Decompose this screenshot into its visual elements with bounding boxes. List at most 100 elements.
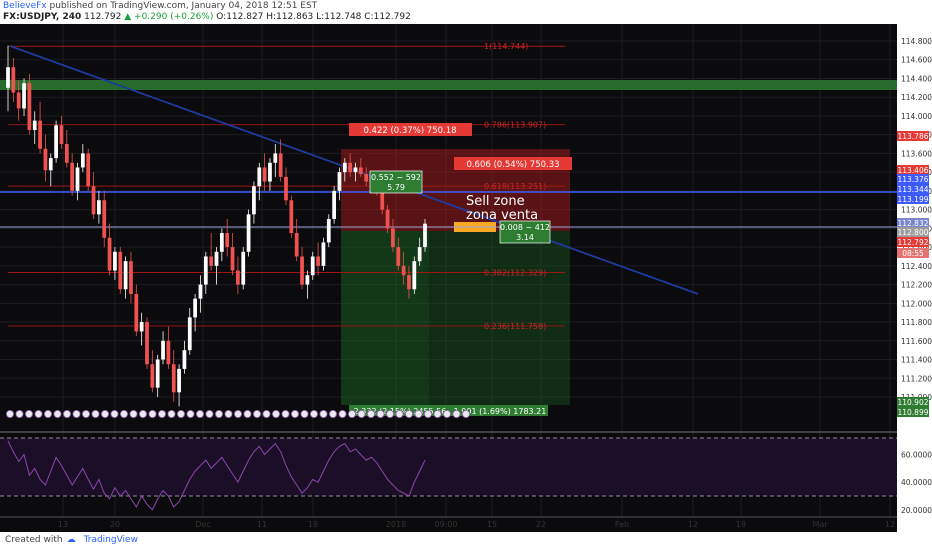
event-marker[interactable]	[53, 409, 62, 418]
price-label-text: 112.792	[897, 238, 928, 247]
time-tick-label: 11	[257, 520, 267, 529]
event-marker[interactable]	[328, 409, 337, 418]
event-marker[interactable]	[44, 409, 53, 418]
event-marker[interactable]	[243, 409, 252, 418]
candle-body	[102, 200, 107, 238]
rsi-tick-label: 60.0000	[901, 451, 932, 460]
event-marker[interactable]	[101, 409, 110, 418]
event-marker[interactable]	[319, 409, 328, 418]
event-marker[interactable]	[300, 409, 309, 418]
candle-body	[316, 256, 320, 266]
event-marker[interactable]	[357, 409, 366, 418]
candle-body	[59, 125, 64, 145]
candle-body	[262, 167, 267, 182]
event-marker[interactable]	[34, 409, 43, 418]
event-marker[interactable]	[186, 409, 195, 418]
price-tick-label: 113.000	[901, 206, 932, 215]
price-chart[interactable]: 1(114.744) 0.786(113.907) 0.618(113.251) 0.…	[0, 24, 932, 532]
event-marker[interactable]	[414, 409, 423, 418]
candle-body	[401, 265, 406, 276]
candle-body	[385, 209, 390, 229]
candle-body	[38, 120, 42, 149]
candle-body	[225, 233, 230, 248]
candle-body	[407, 275, 411, 290]
event-marker[interactable]	[120, 409, 129, 418]
event-marker[interactable]	[376, 409, 385, 418]
event-marker[interactable]	[366, 409, 375, 418]
event-marker[interactable]	[338, 409, 347, 418]
event-marker[interactable]	[157, 409, 166, 418]
candle-body	[182, 350, 187, 369]
price-label-text: 110.902	[897, 398, 928, 407]
event-marker[interactable]	[167, 409, 176, 418]
event-marker[interactable]	[24, 409, 33, 418]
candle-body	[358, 167, 363, 175]
candle-body	[113, 251, 117, 271]
event-marker[interactable]	[224, 409, 233, 418]
event-marker[interactable]	[205, 409, 214, 418]
price-tick-label: 114.600	[901, 56, 932, 65]
candle-body	[107, 237, 112, 271]
event-marker[interactable]	[72, 409, 81, 418]
event-marker[interactable]	[63, 409, 72, 418]
time-tick-label: 22	[536, 520, 546, 529]
event-marker[interactable]	[195, 409, 204, 418]
tradingview-brand[interactable]: TradingView	[84, 535, 138, 545]
event-marker[interactable]	[385, 409, 394, 418]
price-change: +0.290 (+0.26%)	[134, 12, 214, 22]
event-marker[interactable]	[262, 409, 271, 418]
event-marker[interactable]	[233, 409, 242, 418]
candle-body	[139, 322, 144, 332]
event-marker[interactable]	[91, 409, 100, 418]
event-marker[interactable]	[309, 409, 318, 418]
measure-green-mid-2: 3.14	[516, 233, 534, 242]
candle-body	[219, 233, 224, 252]
candle-body	[209, 256, 214, 266]
price-tick-label: 114.200	[901, 93, 932, 102]
candle-body	[305, 275, 310, 285]
event-marker[interactable]	[423, 409, 432, 418]
event-marker[interactable]	[6, 409, 14, 418]
price-label-text: 113.376	[897, 175, 928, 184]
candle-body	[337, 172, 342, 191]
event-marker[interactable]	[129, 409, 138, 418]
candle-body	[32, 120, 37, 130]
time-tick-label: 12	[688, 520, 698, 529]
measure-red-1-text: 0.422 (0.37%) 750.18	[363, 126, 456, 136]
event-markers-row[interactable]	[6, 409, 470, 418]
event-marker[interactable]	[82, 409, 91, 418]
up-arrow-icon: ▲	[124, 12, 132, 22]
event-marker[interactable]	[176, 409, 185, 418]
time-tick-label: 18	[308, 520, 318, 529]
event-marker[interactable]	[110, 409, 119, 418]
event-marker[interactable]	[214, 409, 223, 418]
price-label-text: 113.199	[897, 195, 928, 204]
footer: Created with ☁ TradingView	[5, 535, 138, 545]
measure-red-2-text: 0.606 (0.54%) 750.33	[466, 160, 559, 170]
event-marker[interactable]	[461, 409, 470, 418]
price-tick-label: 114.000	[901, 112, 932, 121]
rsi-tick-label: 20.0000	[901, 506, 932, 515]
event-marker[interactable]	[347, 409, 356, 418]
event-marker[interactable]	[442, 409, 451, 418]
measure-green-top-1: 0.552 ~ 592	[371, 173, 421, 182]
time-tick-label: 13	[58, 520, 68, 529]
event-marker[interactable]	[281, 409, 290, 418]
time-tick-label: 19	[736, 520, 746, 529]
author-link[interactable]: BelieveFx	[3, 1, 47, 11]
event-marker[interactable]	[395, 409, 404, 418]
event-marker[interactable]	[452, 409, 461, 418]
event-marker[interactable]	[148, 409, 157, 418]
event-marker[interactable]	[271, 409, 280, 418]
event-marker[interactable]	[404, 409, 413, 418]
event-marker[interactable]	[433, 409, 442, 418]
event-marker[interactable]	[138, 409, 147, 418]
fib-label: 0.236(111.758)	[484, 322, 546, 331]
event-marker[interactable]	[290, 409, 299, 418]
event-marker[interactable]	[15, 409, 24, 418]
measure-box-red-2: 0.606 (0.54%) 750.33	[454, 157, 572, 170]
price-tick-label: 111.800	[901, 318, 932, 327]
fib-label: 0.618(113.251)	[484, 182, 546, 191]
price-label-text: 112.832	[897, 219, 928, 228]
event-marker[interactable]	[252, 409, 261, 418]
